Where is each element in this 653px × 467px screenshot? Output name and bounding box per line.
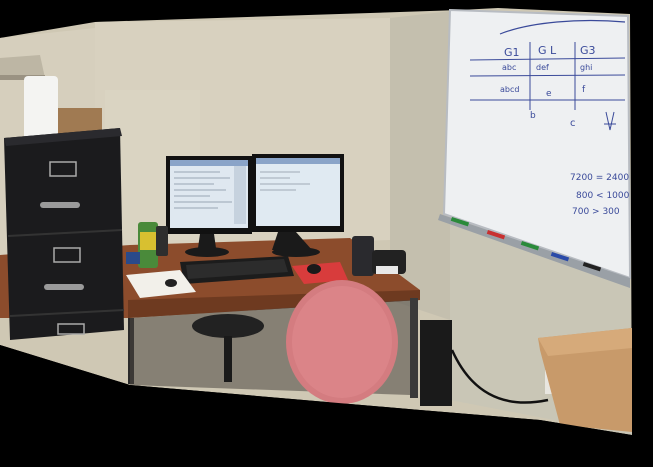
- desk-leg: [410, 298, 418, 398]
- right-monitor-base: [272, 247, 320, 257]
- wb-equation-3: 700 > 300: [572, 207, 620, 217]
- wb-row1-1: abc: [502, 63, 516, 72]
- wb-header-1: G1: [504, 46, 520, 59]
- right-monitor-screen: [256, 158, 340, 226]
- wb-row3-2: c: [570, 118, 576, 129]
- office-desk-photo: G1 G L G3 abc def ghi abcd e f b c 7200 …: [0, 0, 653, 467]
- right-screen-titlebar: [256, 158, 340, 164]
- stool-seat: [192, 314, 264, 338]
- wb-row1-2: def: [536, 63, 549, 72]
- wb-row2-2: e: [546, 89, 552, 99]
- wb-row1-3: ghi: [580, 63, 592, 72]
- wb-header-3: G3: [580, 44, 596, 57]
- chair-highlight: [292, 286, 392, 398]
- stool-post: [224, 336, 232, 382]
- left-screen-titlebar: [170, 160, 248, 166]
- wb-row2-1: abcd: [500, 85, 519, 94]
- cabinet-handle-1: [40, 202, 80, 208]
- speaker-left: [156, 226, 168, 256]
- small-mouse: [165, 279, 177, 287]
- computer-tower: [420, 320, 452, 406]
- wb-header-2: G L: [538, 44, 557, 57]
- left-monitor-neck: [198, 234, 216, 248]
- mouse: [307, 264, 321, 274]
- wb-row3-1: b: [530, 111, 536, 121]
- speaker-right: [352, 236, 374, 276]
- desk-clutter: [126, 252, 140, 264]
- wb-equation-1: 7200 = 2400: [570, 173, 629, 183]
- left-screen-sidebar: [234, 166, 246, 224]
- cabinet-handle-2: [44, 284, 84, 290]
- drink-can-label: [140, 232, 156, 250]
- phone-paper: [376, 266, 398, 274]
- wb-equation-2: 800 < 1000: [576, 191, 630, 201]
- left-monitor-base: [185, 247, 229, 257]
- paper-towel-roll: [24, 76, 58, 140]
